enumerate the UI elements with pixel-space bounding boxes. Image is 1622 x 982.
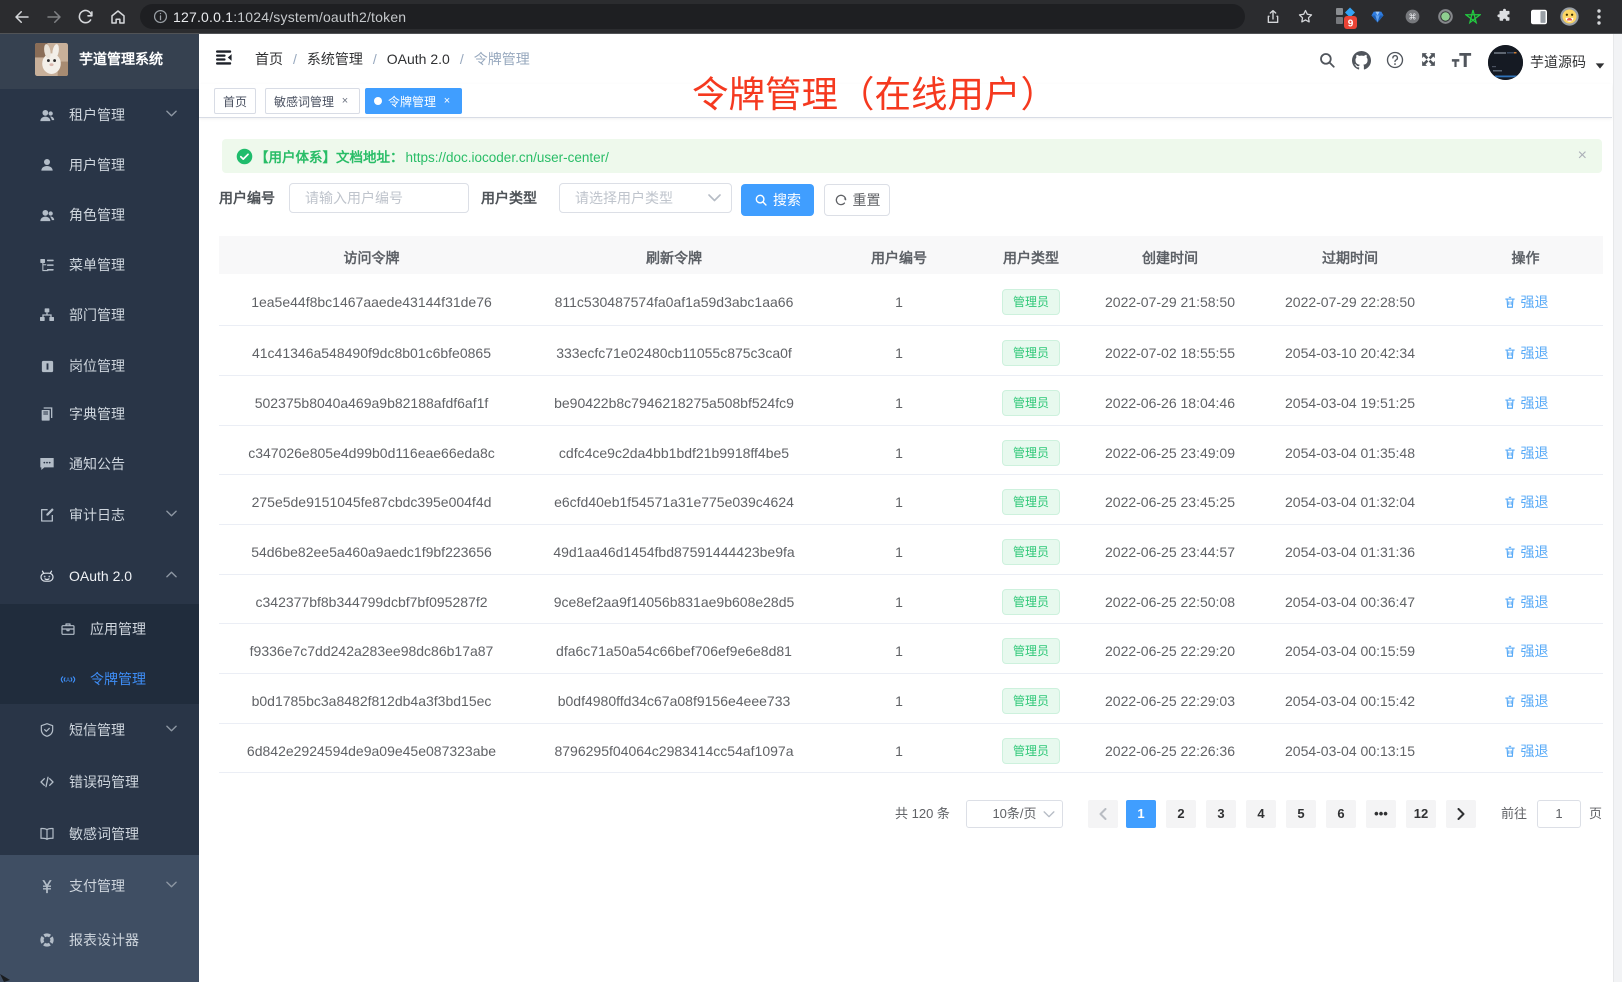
svg-text:A: A (66, 677, 70, 683)
svg-text:9: 9 (1348, 18, 1354, 29)
svg-text:⌘: ⌘ (1408, 12, 1416, 21)
